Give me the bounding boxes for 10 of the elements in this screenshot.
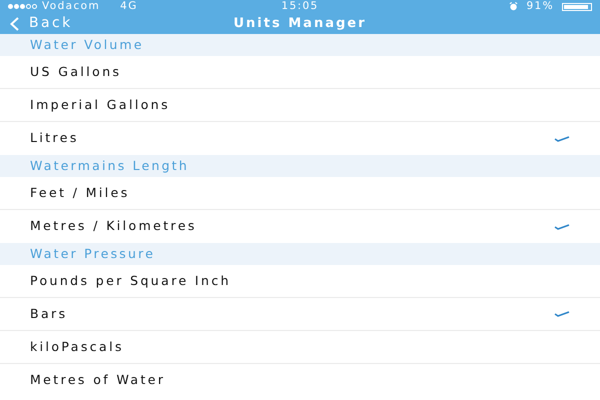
section-header: Watermains Length: [0, 155, 600, 177]
section-header: Water Pressure: [0, 243, 600, 265]
alarm-icon: [509, 2, 518, 11]
chevron-left-icon: [10, 16, 19, 30]
status-time: 15:05: [281, 0, 319, 12]
carrier-name: Vodacom: [42, 0, 100, 13]
battery-percent: 91%: [526, 0, 554, 13]
network-type: 4G: [120, 0, 138, 13]
section-header: Water Volume: [0, 34, 600, 56]
screen-title: Units Manager: [233, 14, 366, 33]
